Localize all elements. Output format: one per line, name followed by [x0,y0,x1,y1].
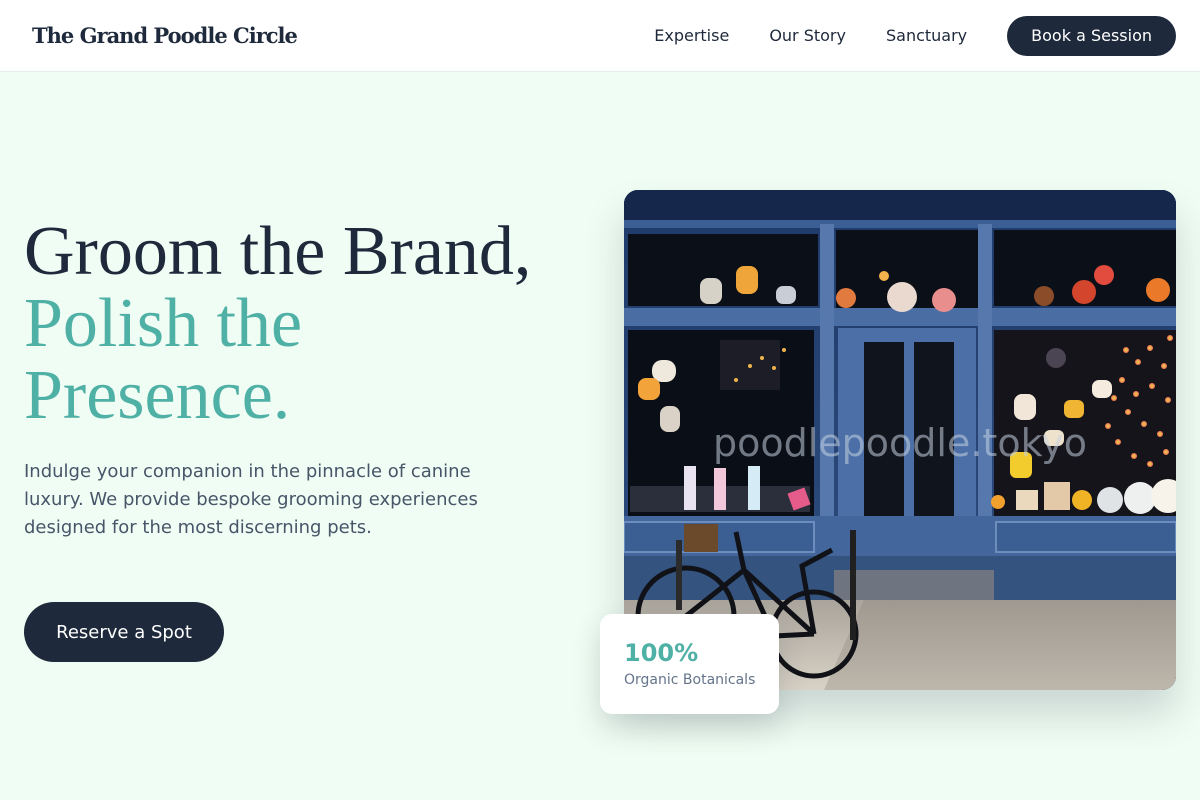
site-header: The Grand Poodle Circle Expertise Our St… [0,0,1200,72]
hero-title: Groom the Brand, Polish the Presence. [24,216,584,432]
stat-label: Organic Botanicals [624,672,756,688]
main-nav: Expertise Our Story Sanctuary Book a Ses… [654,15,1176,56]
stat-value: 100% [624,639,699,667]
book-session-button[interactable]: Book a Session [1007,15,1176,56]
nav-link-sanctuary[interactable]: Sanctuary [886,26,967,45]
brand-logo[interactable]: The Grand Poodle Circle [32,23,298,48]
window-lettering: poodlepoodle.tokyo [713,421,1087,465]
hero-description: Indulge your companion in the pinnacle o… [24,461,478,538]
nav-link-our-story[interactable]: Our Story [769,26,846,45]
hero-title-line-1: Groom the Brand, [24,213,532,290]
hero-title-line-2: Polish the [24,285,303,362]
hero-title-line-3: Presence. [24,357,291,434]
reserve-spot-button[interactable]: Reserve a Spot [24,602,224,662]
nav-link-expertise[interactable]: Expertise [654,26,729,45]
stat-card: 100% Organic Botanicals [600,614,779,714]
